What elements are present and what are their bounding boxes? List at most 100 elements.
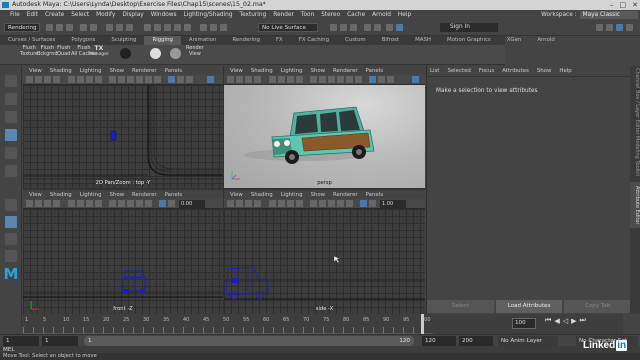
camera-select-icon[interactable]	[26, 76, 33, 83]
camera-select-icon[interactable]	[26, 200, 33, 207]
go-to-start-icon[interactable]: ⏮	[545, 316, 551, 325]
smooth-shade-icon[interactable]	[118, 200, 125, 207]
attribute-editor-toggle-icon[interactable]	[606, 24, 613, 31]
resolution-gate-icon[interactable]	[287, 76, 294, 83]
isolate-select-icon[interactable]	[168, 76, 175, 83]
attr-menu-selected[interactable]: Selected	[447, 68, 470, 74]
use-all-lights-icon[interactable]	[145, 76, 152, 83]
camera-select-icon[interactable]	[227, 76, 234, 83]
xray-icon[interactable]	[378, 76, 385, 83]
persp-menu-lighting[interactable]: Lighting	[281, 68, 303, 74]
select-component-icon[interactable]	[126, 24, 133, 31]
shelf-tab-arnold[interactable]: Arnold	[529, 36, 562, 45]
close-button[interactable]: ✕	[632, 0, 638, 10]
film-gate-icon[interactable]	[278, 200, 285, 207]
menu-cache[interactable]: Cache	[347, 12, 365, 18]
shelf-tab-sculpting[interactable]: Sculpting	[103, 36, 144, 45]
menu-toon[interactable]: Toon	[301, 12, 314, 18]
shelf-tab-bifrost[interactable]: Bifrost	[374, 36, 407, 45]
modeling-toolkit-tab[interactable]: Modeling Toolkit	[630, 136, 640, 176]
film-gate-icon[interactable]	[278, 76, 285, 83]
persp-viewport-canvas[interactable]: persp	[224, 85, 425, 188]
open-scene-icon[interactable]	[56, 24, 63, 31]
gate-mask-icon[interactable]	[95, 76, 102, 83]
film-gate-icon[interactable]	[77, 200, 84, 207]
menu-create[interactable]: Create	[45, 12, 64, 18]
snap-point-icon[interactable]	[220, 24, 227, 31]
current-frame-field[interactable]: 100	[512, 318, 536, 329]
playback-end-field[interactable]: 120	[422, 336, 456, 346]
side-menu-view[interactable]: View	[230, 192, 243, 198]
undo-icon[interactable]	[80, 24, 87, 31]
smooth-shade-icon[interactable]	[319, 76, 326, 83]
attr-menu-focus[interactable]: Focus	[479, 68, 494, 74]
select-tool-icon[interactable]	[5, 75, 17, 87]
resolution-gate-icon[interactable]	[287, 200, 294, 207]
playback-start-field[interactable]: 1	[42, 336, 78, 346]
side-viewport-canvas[interactable]: side -X	[224, 209, 425, 314]
top-menu-panels[interactable]: Panels	[165, 68, 182, 74]
four-view-layout-icon[interactable]	[5, 216, 17, 228]
menu-select[interactable]: Select	[71, 12, 89, 18]
side-menu-renderer[interactable]: Renderer	[333, 192, 358, 198]
top-viewport-canvas[interactable]: 2D Pan/Zoom : top -Y	[23, 85, 223, 188]
save-scene-icon[interactable]	[66, 24, 73, 31]
shelf-tab-fx-caching[interactable]: FX Caching	[291, 36, 337, 45]
menu-arnold[interactable]: Arnold	[372, 12, 391, 18]
grid-toggle-icon[interactable]	[269, 200, 276, 207]
snap-curve-icon[interactable]	[210, 24, 217, 31]
play-backward-icon[interactable]: ◁	[563, 317, 568, 325]
copy-tab-button[interactable]: Copy Tab	[564, 300, 632, 313]
panel-layout-icon[interactable]	[412, 76, 419, 83]
render-settings-icon[interactable]	[350, 24, 357, 31]
top-menu-view[interactable]: View	[29, 68, 42, 74]
menu-display[interactable]: Display	[122, 12, 143, 18]
default-material-icon[interactable]	[328, 200, 335, 207]
grid-toggle-icon[interactable]	[68, 76, 75, 83]
wireframe-icon[interactable]	[109, 76, 116, 83]
panel-layout-icon[interactable]	[207, 76, 214, 83]
menu-render[interactable]: Render	[273, 12, 294, 18]
shelf-tab-polygons[interactable]: Polygons	[63, 36, 103, 45]
select-object-icon[interactable]	[116, 24, 123, 31]
rotate-tool-icon[interactable]	[5, 147, 17, 159]
bookmark-icon[interactable]	[245, 76, 252, 83]
textured-icon[interactable]	[136, 76, 143, 83]
near-clip-field[interactable]: 0.00	[179, 200, 205, 208]
front-menu-lighting[interactable]: Lighting	[80, 192, 102, 198]
new-scene-icon[interactable]	[46, 24, 53, 31]
front-viewport-canvas[interactable]: front -Z	[23, 209, 223, 314]
menu-help[interactable]: Help	[398, 12, 411, 18]
select-deformations-icon[interactable]	[184, 24, 191, 31]
use-all-lights-icon[interactable]	[346, 76, 353, 83]
arnold-light-button[interactable]	[120, 48, 131, 59]
load-attributes-button[interactable]: Load Attributes	[495, 300, 563, 313]
grid-toggle-icon[interactable]	[269, 76, 276, 83]
flush-quad-button[interactable]: Flush Quad	[57, 45, 70, 57]
top-menu-shading[interactable]: Shading	[50, 68, 72, 74]
xray-icon[interactable]	[369, 200, 376, 207]
shadows-icon[interactable]	[154, 76, 161, 83]
snap-grid-icon[interactable]	[200, 24, 207, 31]
shelf-tab-fx[interactable]: FX	[268, 36, 291, 45]
persp-menu-panels[interactable]: Panels	[366, 68, 383, 74]
sign-in-button[interactable]: Sign In	[440, 23, 498, 32]
paint-select-tool-icon[interactable]	[5, 111, 17, 123]
film-gate-icon[interactable]	[77, 76, 84, 83]
image-plane-icon[interactable]	[254, 200, 261, 207]
image-plane-icon[interactable]	[254, 76, 261, 83]
gate-mask-icon[interactable]	[296, 76, 303, 83]
use-all-lights-icon[interactable]	[145, 200, 152, 207]
textured-icon[interactable]	[136, 200, 143, 207]
front-menu-view[interactable]: View	[29, 192, 42, 198]
shelf-tab-custom[interactable]: Custom	[337, 36, 374, 45]
front-menu-panels[interactable]: Panels	[165, 192, 182, 198]
image-plane-icon[interactable]	[53, 76, 60, 83]
shadows-icon[interactable]	[355, 76, 362, 83]
go-to-end-icon[interactable]: ⏭	[579, 316, 585, 325]
bookmark-icon[interactable]	[44, 200, 51, 207]
xray-icon[interactable]	[168, 200, 175, 207]
gate-mask-icon[interactable]	[296, 200, 303, 207]
current-time-marker[interactable]	[421, 314, 424, 334]
tx-manager-button[interactable]: TX Manager	[89, 46, 109, 57]
